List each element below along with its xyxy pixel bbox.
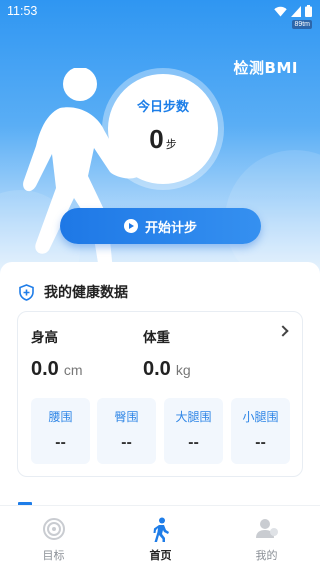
target-icon — [42, 518, 65, 540]
tab-label: 首页 — [149, 549, 172, 562]
measure-value: -- — [188, 436, 199, 451]
weight-number: 0.0 — [143, 358, 171, 380]
check-bmi-link[interactable]: 检测BMI — [234, 57, 298, 78]
steps-title: 今日步数 — [136, 100, 189, 115]
measure-label: 小腿围 — [242, 410, 279, 424]
weight-value: 0.0 kg — [143, 358, 191, 381]
bottom-tab-bar: 目标 首页 我的 — [0, 505, 320, 569]
tab-label: 目标 — [42, 549, 65, 562]
weight-unit: kg — [175, 362, 191, 378]
steps-value: 0 步 — [108, 124, 218, 155]
measure-value: -- — [55, 436, 66, 451]
measure-label: 腰围 — [48, 410, 73, 424]
health-data-title: 我的健康数据 — [44, 285, 128, 301]
thigh-measure-card[interactable]: 大腿围 -- — [164, 398, 223, 464]
height-number: 0.0 — [31, 358, 59, 380]
waist-measure-card[interactable]: 腰围 -- — [31, 398, 90, 464]
measure-label: 大腿围 — [175, 410, 212, 424]
signal-icon — [291, 5, 301, 17]
status-time: 11:53 — [7, 4, 38, 18]
height-unit: cm — [63, 362, 83, 378]
start-counting-button[interactable]: 开始计步 — [60, 208, 261, 244]
height-label: 身高 — [31, 330, 58, 346]
tab-profile[interactable]: 我的 — [213, 506, 320, 569]
play-icon — [123, 219, 138, 233]
start-button-label: 开始计步 — [144, 220, 197, 236]
profile-icon — [255, 519, 278, 538]
walking-person-icon — [153, 517, 169, 542]
wifi-icon — [274, 6, 287, 16]
shield-plus-icon — [19, 283, 34, 301]
calf-measure-card[interactable]: 小腿围 -- — [231, 398, 290, 464]
status-bar: 11:53 89tm — [0, 0, 320, 29]
health-data-header: 我的健康数据 — [18, 282, 128, 302]
measure-label: 臀围 — [114, 410, 139, 424]
height-value: 0.0 cm — [31, 358, 82, 381]
steps-unit: 步 — [165, 138, 177, 151]
tab-home[interactable]: 首页 — [107, 506, 214, 569]
tab-label: 我的 — [255, 549, 278, 562]
hip-measure-card[interactable]: 臀围 -- — [97, 398, 156, 464]
measure-value: -- — [121, 436, 132, 451]
steps-count: 0 — [149, 124, 164, 154]
status-icons — [274, 5, 312, 17]
battery-tag: 89tm — [292, 20, 312, 29]
tab-goals[interactable]: 目标 — [0, 506, 107, 569]
battery-icon — [305, 5, 312, 17]
measure-value: -- — [255, 436, 266, 451]
weight-label: 体重 — [143, 330, 170, 346]
